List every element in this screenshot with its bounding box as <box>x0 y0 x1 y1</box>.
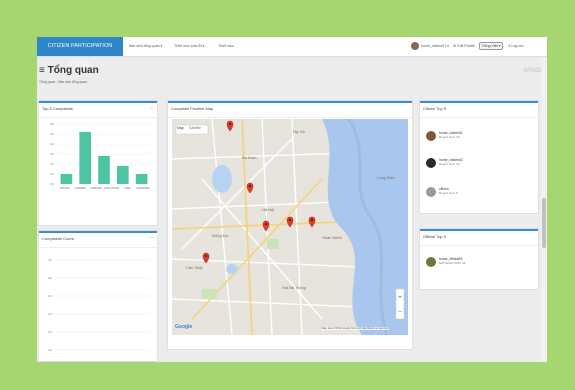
bar[interactable] <box>135 174 148 184</box>
y-tick-label: 1.0 <box>48 258 52 262</box>
official-info: home_official01 SATISFACTION: 95 <box>439 257 465 265</box>
citizen-report: Report time: 18 <box>439 135 460 139</box>
nav-item-overview[interactable]: Bản sửa tổng quan ▾ <box>129 37 162 56</box>
map-place-label: Long Biên <box>377 175 395 180</box>
bar[interactable] <box>60 174 73 184</box>
page-title: ≡ Tổng quan <box>39 65 99 76</box>
y-tick-label: 3.0 <box>50 152 54 156</box>
bar[interactable] <box>79 132 92 184</box>
logout-link[interactable]: ➔ Log out <box>507 44 523 48</box>
top-complaints-panel: Top 5 Complaints – 0.0 1.0 2.0 3.0 4.0 5.0 6.0… <box>39 101 157 225</box>
complaint-map-panel: Complaint Position Map Hà Nội Hoàn Kiếm … <box>168 101 412 349</box>
map-type-button[interactable]: Map <box>177 126 184 130</box>
citizen-info: citizen Report time: 5 <box>439 187 458 195</box>
panel-title: Official Top 5 <box>423 234 446 239</box>
edit-profile-label: Edit Profile <box>457 44 475 48</box>
y-tick-label: 0.6 <box>48 294 52 298</box>
map-footer[interactable]: Map data ©2019 Google Terms of Use Repor… <box>322 327 389 330</box>
y-tick-label: 0.2 <box>48 330 52 334</box>
x-tick-label: DRUGS <box>60 186 70 190</box>
user-avatar[interactable] <box>411 42 419 50</box>
citizen-report: Report time: 14 <box>439 162 460 166</box>
official-item[interactable]: home_official01 SATISFACTION: 95 <box>426 257 465 267</box>
x-tick-label: DANGER <box>91 186 102 190</box>
bar[interactable] <box>98 156 110 184</box>
page-scrollbar[interactable] <box>541 58 547 362</box>
avatar <box>426 257 436 267</box>
user-menu[interactable]: home_citizen01 ▾ <box>421 44 449 48</box>
avatar <box>426 131 436 141</box>
app-window: CITIZEN PARTICIPATION SYSTEM Bản sửa tổn… <box>37 37 547 362</box>
bar[interactable] <box>116 166 129 184</box>
y-tick-label: 2.0 <box>50 162 54 166</box>
citizen-info: home_citizen02 Report time: 14 <box>439 158 463 166</box>
map-view[interactable]: Hà Nội Hoàn Kiếm Ba Đình Đống Đa Hai Bà Trưn… <box>172 119 408 335</box>
map-place-label: Hà Nội <box>262 207 274 212</box>
official-top-panel: Official Top 5 home_official01 SATISFACTI… <box>420 229 538 289</box>
map-place-label: Đống Đa <box>212 233 229 238</box>
map-canvas[interactable]: Hà Nội Hoàn Kiếm Ba Đình Đống Đa Hai Bà Trưn… <box>172 119 408 335</box>
official-satisfaction: SATISFACTION: 95 <box>439 261 466 265</box>
citizen-info: home_citizen01 Report time: 18 <box>439 131 463 139</box>
line-chart: 1.0 0.8 0.6 0.4 0.2 0.0 <box>48 258 151 352</box>
panel-title: Complaints Count <box>42 236 74 241</box>
scrollbar-thumb[interactable] <box>542 198 546 248</box>
complaints-count-panel: Complaints Count – 1.0 0.8 0.6 0.4 0.2 0.0 <box>39 231 157 361</box>
menu-icon: ≡ <box>39 65 45 76</box>
watermark-logo: WINDI <box>523 68 541 74</box>
y-tick-label: 5.0 <box>50 132 54 136</box>
y-tick-label: 0.0 <box>50 182 54 186</box>
panel-title: Citizen Top 5 <box>423 106 447 111</box>
panel-title: Complaint Position Map <box>171 106 214 111</box>
nav-item-fixes[interactable]: Thiết mục sửa lỗi ▾ <box>174 37 204 56</box>
logout-label: Log out <box>511 44 524 48</box>
y-tick-label: 0.0 <box>48 348 52 352</box>
panel-title: Top 5 Complaints <box>42 106 73 111</box>
avatar <box>426 158 436 168</box>
y-tick-label: 0.8 <box>48 276 52 280</box>
y-tick-label: 6.0 <box>50 122 54 126</box>
map-place-label: Ba Đình <box>242 155 256 160</box>
y-tick-label: 1.0 <box>50 172 54 176</box>
language-select[interactable]: Tiếng Việt ▾ <box>478 42 504 50</box>
x-tick-label: FLOODING <box>136 186 150 190</box>
x-tick-label: SHARES <box>75 186 86 190</box>
panel-header: Complaint Position Map <box>168 103 412 118</box>
minimize-icon[interactable]: – <box>150 105 153 111</box>
map-place-label: Hoàn Kiếm <box>322 235 342 240</box>
app-brand[interactable]: CITIZEN PARTICIPATION SYSTEM <box>37 37 123 68</box>
page-title-text: Tổng quan <box>47 65 99 76</box>
satellite-type-button[interactable]: Satellite <box>189 126 201 130</box>
citizen-top-panel: Citizen Top 5 home_citizen01 Report time:… <box>420 101 538 213</box>
panel-header: Official Top 5 <box>420 231 538 246</box>
citizen-item[interactable]: home_citizen02 Report time: 14 <box>426 158 463 168</box>
map-place-label: Hai Bà Trưng <box>282 285 306 290</box>
citizen-report: Report time: 5 <box>439 191 458 195</box>
map-place-label: Tây Hồ <box>292 129 306 134</box>
nav-item-items[interactable]: Thiết mục <box>218 37 234 56</box>
svg-text:+: + <box>398 295 402 301</box>
minimize-icon[interactable]: – <box>150 235 153 241</box>
top-navbar: CITIZEN PARTICIPATION SYSTEM Bản sửa tổn… <box>37 37 547 68</box>
x-tick-label: FIRE <box>125 186 131 190</box>
bar-chart: 0.0 1.0 2.0 3.0 4.0 5.0 6.0 DRUGS SHARES DANGER PO… <box>50 122 151 190</box>
x-tick-label: POLLUTING <box>104 186 119 190</box>
avatar <box>426 187 436 197</box>
citizen-item[interactable]: home_citizen01 Report time: 18 <box>426 131 463 141</box>
panel-header: Citizen Top 5 <box>420 103 538 118</box>
map-place-label: Cầu Giấy <box>186 265 203 270</box>
user-area: home_citizen01 ▾ ⚙ Edit Profile Tiếng Vi… <box>411 42 523 50</box>
breadcrumb[interactable]: Tổng quan · Bản sửa tổng quan <box>39 80 87 84</box>
y-tick-label: 0.4 <box>48 312 52 316</box>
y-tick-label: 4.0 <box>50 142 54 146</box>
google-logo: Google <box>175 324 193 330</box>
edit-profile-link[interactable]: ⚙ Edit Profile <box>453 44 475 48</box>
citizen-item[interactable]: citizen Report time: 5 <box>426 187 458 197</box>
